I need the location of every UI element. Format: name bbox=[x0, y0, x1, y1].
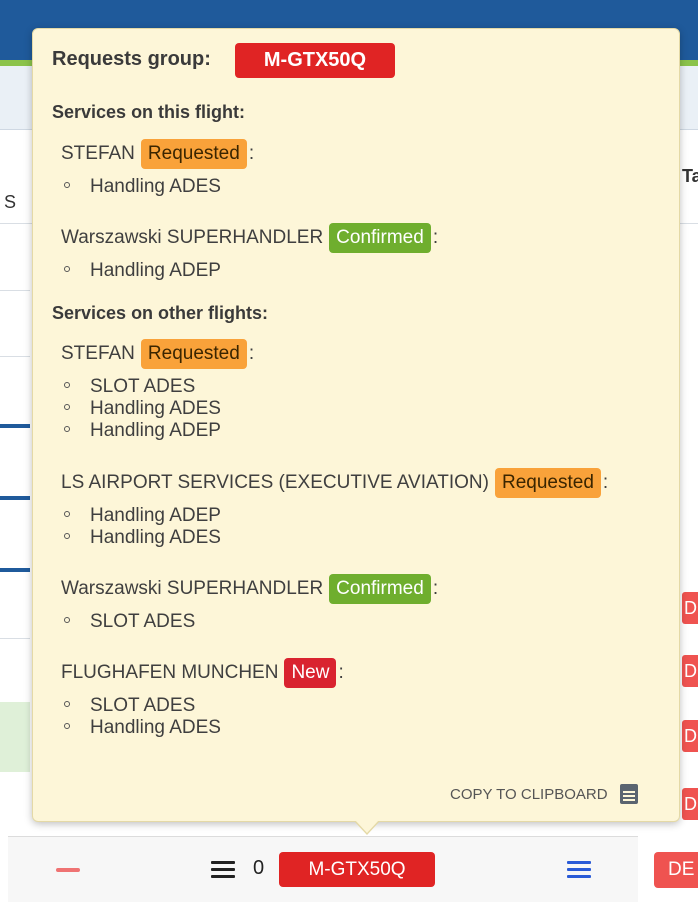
service-item: Handling ADEP bbox=[61, 260, 221, 283]
popover-arrow bbox=[355, 820, 379, 833]
provider-name: Warszawski SUPERHANDLER bbox=[61, 578, 324, 599]
status-badge-requested: Requested bbox=[140, 139, 247, 169]
bullet-icon bbox=[64, 404, 70, 411]
status-badge-new: New bbox=[284, 658, 337, 688]
service-name: SLOT ADES bbox=[90, 611, 196, 632]
status-badge-confirmed: Confirmed bbox=[329, 574, 431, 604]
service-item: Handling ADES bbox=[61, 527, 221, 550]
service-item: SLOT ADES bbox=[61, 611, 195, 634]
service-name: Handling ADEP bbox=[90, 505, 221, 526]
service-name: Handling ADES bbox=[90, 176, 221, 197]
provider-colon: : bbox=[432, 578, 439, 599]
table-row-divider bbox=[0, 356, 30, 357]
provider-name: STEFAN bbox=[61, 343, 135, 364]
table-row-marker bbox=[0, 424, 30, 428]
delete-badge[interactable]: DE bbox=[682, 592, 698, 624]
service-name: Handling ADEP bbox=[90, 260, 221, 281]
bullet-icon bbox=[64, 266, 70, 273]
bullet-icon bbox=[64, 701, 70, 708]
column-header-fragment-left: S bbox=[4, 192, 17, 212]
service-name: SLOT ADES bbox=[90, 376, 196, 397]
delete-badge[interactable]: DE bbox=[682, 720, 698, 752]
provider-row: LS AIRPORT SERVICES (EXECUTIVE AVIATION)… bbox=[61, 468, 608, 498]
service-count: 0 bbox=[253, 857, 265, 879]
provider-colon: : bbox=[602, 472, 609, 493]
service-item: Handling ADES bbox=[61, 176, 221, 199]
table-row-divider bbox=[0, 290, 30, 291]
provider-row: Warszawski SUPERHANDLER Confirmed : bbox=[61, 223, 438, 253]
service-name: Handling ADEP bbox=[90, 420, 221, 441]
service-name: Handling ADES bbox=[90, 717, 221, 738]
provider-colon: : bbox=[248, 143, 255, 164]
provider-name: STEFAN bbox=[61, 143, 135, 164]
column-header-fragment-right: Ta bbox=[682, 166, 698, 186]
status-badge-confirmed: Confirmed bbox=[329, 223, 431, 253]
bullet-icon bbox=[64, 533, 70, 540]
provider-name: Warszawski SUPERHANDLER bbox=[61, 227, 324, 248]
bullet-icon bbox=[64, 182, 70, 189]
calendar-icon bbox=[619, 784, 638, 804]
copy-to-clipboard-button[interactable]: COPY TO CLIPBOARD bbox=[450, 784, 638, 804]
provider-name: FLUGHAFEN MUNCHEN bbox=[61, 662, 279, 683]
minus-icon[interactable] bbox=[56, 868, 80, 872]
service-item: Handling ADES bbox=[61, 717, 221, 740]
provider-row: FLUGHAFEN MUNCHEN New : bbox=[61, 658, 344, 688]
service-item: Handling ADEP bbox=[61, 420, 221, 443]
service-item: SLOT ADES bbox=[61, 695, 195, 718]
table-row-highlight bbox=[0, 702, 30, 772]
provider-colon: : bbox=[248, 343, 255, 364]
service-name: SLOT ADES bbox=[90, 695, 196, 716]
provider-name: LS AIRPORT SERVICES (EXECUTIVE AVIATION) bbox=[61, 472, 489, 493]
table-row-marker bbox=[0, 568, 30, 572]
service-name: Handling ADES bbox=[90, 527, 221, 548]
menu-icon-blue[interactable] bbox=[567, 861, 591, 879]
table-row-divider bbox=[0, 638, 30, 639]
provider-row: STEFAN Requested : bbox=[61, 339, 254, 369]
provider-row: Warszawski SUPERHANDLER Confirmed : bbox=[61, 574, 438, 604]
requests-group-label: Requests group: bbox=[52, 48, 211, 70]
menu-icon[interactable] bbox=[211, 861, 235, 879]
section-title-other-flights: Services on other flights: bbox=[52, 303, 269, 323]
provider-colon: : bbox=[432, 227, 439, 248]
provider-colon: : bbox=[338, 662, 344, 683]
bullet-icon bbox=[64, 382, 70, 389]
status-badge-requested: Requested bbox=[140, 339, 247, 369]
delete-badge[interactable]: DE bbox=[682, 655, 698, 687]
service-item: Handling ADES bbox=[61, 398, 221, 421]
requests-group-code-badge: M-GTX50Q bbox=[235, 43, 395, 78]
status-badge-requested: Requested bbox=[494, 468, 601, 498]
bullet-icon bbox=[64, 511, 70, 518]
service-item: Handling ADEP bbox=[61, 505, 221, 528]
requests-group-badge[interactable]: M-GTX50Q bbox=[279, 852, 435, 887]
bullet-icon bbox=[64, 723, 70, 730]
copy-to-clipboard-label: COPY TO CLIPBOARD bbox=[450, 785, 608, 803]
service-name: Handling ADES bbox=[90, 398, 221, 419]
bullet-icon bbox=[64, 617, 70, 624]
bullet-icon bbox=[64, 426, 70, 433]
provider-row: STEFAN Requested : bbox=[61, 139, 254, 169]
table-row-marker bbox=[0, 496, 30, 500]
delete-badge[interactable]: DE bbox=[654, 852, 698, 888]
service-item: SLOT ADES bbox=[61, 376, 195, 399]
delete-badge[interactable]: DE bbox=[682, 788, 698, 820]
section-title-this-flight: Services on this flight: bbox=[52, 102, 246, 122]
